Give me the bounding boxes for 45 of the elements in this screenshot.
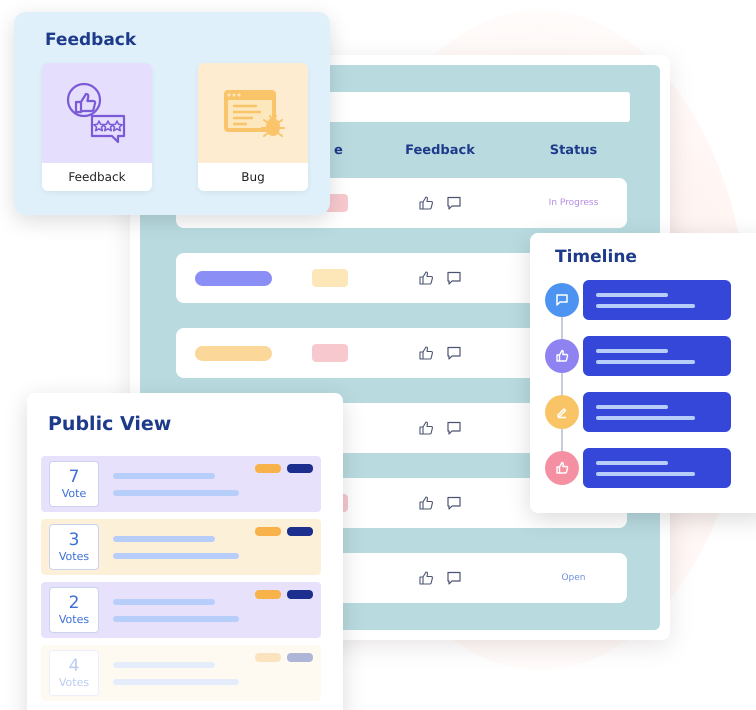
column-header: Status (548, 142, 598, 158)
comment-icon[interactable] (446, 345, 462, 361)
placeholder-line (596, 404, 668, 408)
feedback-item[interactable]: 3 Votes (41, 519, 321, 575)
card-title: Timeline (554, 247, 638, 267)
vote-counter[interactable]: 3 Votes (49, 524, 99, 570)
thumbs-up-icon[interactable] (418, 270, 434, 286)
placeholder-line (596, 348, 668, 352)
status-text: Open (561, 573, 586, 583)
timeline-entry[interactable] (583, 336, 731, 376)
placeholder-line (596, 460, 668, 464)
comment-icon[interactable] (446, 495, 462, 511)
comment-icon[interactable] (446, 195, 462, 211)
column-header: e (333, 142, 344, 158)
tag-pill (287, 590, 313, 599)
feedback-item[interactable]: 7 Vote (41, 456, 321, 512)
tag-pill (287, 464, 313, 473)
thumbs-up-icon[interactable] (418, 345, 434, 361)
tag-pill (255, 653, 281, 662)
vote-counter[interactable]: 2 Votes (49, 587, 99, 633)
feedback-item[interactable]: 2 Votes (41, 582, 321, 638)
comment-icon[interactable] (446, 270, 462, 286)
thumbs-up-icon (554, 348, 570, 364)
comment-icon[interactable] (446, 570, 462, 586)
tag-pill (255, 590, 281, 599)
tag-pill (255, 464, 281, 473)
thumbs-up-icon[interactable] (418, 495, 434, 511)
card-title: Public View (47, 413, 172, 435)
thumbs-up-icon[interactable] (418, 420, 434, 436)
comment-icon[interactable] (446, 420, 462, 436)
tag-pill (287, 527, 313, 536)
comment-icon (554, 292, 570, 308)
thumbs-up-icon[interactable] (418, 570, 434, 586)
status-text: In Progress (548, 198, 598, 208)
timeline-entry[interactable] (583, 280, 731, 320)
thumbs-up-icon[interactable] (418, 195, 434, 211)
card-title: Feedback (44, 30, 138, 50)
vote-counter[interactable]: 7 Vote (49, 461, 99, 507)
tag-pill (255, 527, 281, 536)
tag-pill (287, 653, 313, 662)
thumbs-up-icon (554, 460, 570, 476)
placeholder-line (596, 292, 668, 296)
column-header: Feedback (404, 142, 476, 158)
timeline-entry[interactable] (583, 448, 731, 488)
timeline-entry[interactable] (583, 392, 731, 432)
